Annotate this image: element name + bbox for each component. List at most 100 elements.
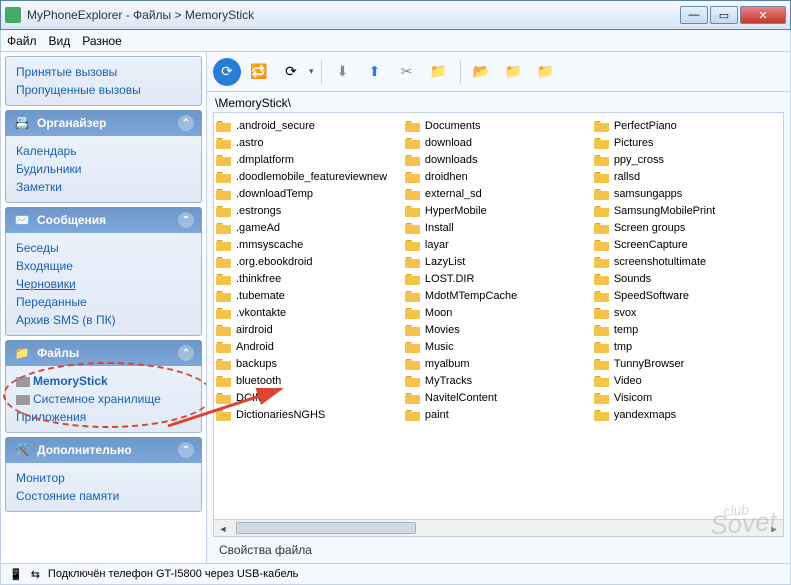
sidebar-item-archive[interactable]: Архив SMS (в ПК) — [16, 311, 191, 329]
folder-item[interactable]: layar — [405, 236, 590, 253]
folder-icon — [405, 153, 421, 167]
sidebar-item-missed-calls[interactable]: Пропущенные вызовы — [16, 81, 191, 99]
delete-button[interactable]: ✂ — [393, 58, 421, 86]
folder-item[interactable]: .vkontakte — [216, 304, 401, 321]
minimize-button[interactable]: — — [680, 6, 708, 24]
folder-item[interactable]: LazyList — [405, 253, 590, 270]
folder-icon — [594, 255, 610, 269]
folder-item[interactable]: screenshotultimate — [594, 253, 779, 270]
folder-item[interactable]: samsungapps — [594, 185, 779, 202]
folder-item[interactable]: DictionariesNGHS — [216, 406, 401, 423]
sidebar-item-monitor[interactable]: Монитор — [16, 469, 191, 487]
folder-item[interactable]: DCIM — [216, 389, 401, 406]
folder-item[interactable]: TunnyBrowser — [594, 355, 779, 372]
folder-item[interactable]: .gameAd — [216, 219, 401, 236]
folder-item[interactable]: MyTracks — [405, 372, 590, 389]
refresh-button[interactable]: ⟳ — [213, 58, 241, 86]
menu-file[interactable]: Файл — [7, 34, 37, 48]
panel-organizer-header[interactable]: 📇 Органайзер ⌃ — [5, 110, 202, 136]
panel-messages-header[interactable]: ✉️ Сообщения ⌃ — [5, 207, 202, 233]
file-list[interactable]: .android_secure.astro.dmplatform.doodlem… — [213, 112, 784, 537]
scroll-left-icon[interactable]: ◄ — [214, 520, 232, 537]
folder-item[interactable]: .thinkfree — [216, 270, 401, 287]
refresh2-button[interactable]: ⟳ — [277, 58, 305, 86]
folder-item[interactable]: NavitelContent — [405, 389, 590, 406]
panel-extra-header[interactable]: 🛠️ Дополнительно ⌃ — [5, 437, 202, 463]
download-button[interactable]: ⬇ — [329, 58, 357, 86]
folder-item[interactable]: svox — [594, 304, 779, 321]
folder-item[interactable]: .mmsyscache — [216, 236, 401, 253]
folder-label: Android — [236, 341, 274, 353]
folder-item[interactable]: rallsd — [594, 168, 779, 185]
folder-item[interactable]: paint — [405, 406, 590, 423]
folder-item[interactable]: MdotMTempCache — [405, 287, 590, 304]
dropdown-icon[interactable]: ▾ — [309, 66, 314, 77]
close-button[interactable]: ✕ — [740, 6, 786, 24]
folder-item[interactable]: Moon — [405, 304, 590, 321]
folder-item[interactable]: SpeedSoftware — [594, 287, 779, 304]
folder-item[interactable]: Movies — [405, 321, 590, 338]
folder-item[interactable]: Music — [405, 338, 590, 355]
scroll-right-icon[interactable]: ► — [765, 520, 783, 537]
folder-item[interactable]: .estrongs — [216, 202, 401, 219]
horizontal-scrollbar[interactable]: ◄ ► — [214, 519, 783, 536]
folder-item[interactable]: Screen groups — [594, 219, 779, 236]
folder-item[interactable]: .android_secure — [216, 117, 401, 134]
folder-item[interactable]: yandexmaps — [594, 406, 779, 423]
sidebar-item-inbox[interactable]: Входящие — [16, 257, 191, 275]
folder-item[interactable]: Visicom — [594, 389, 779, 406]
folder-item[interactable]: ppy_cross — [594, 151, 779, 168]
folder-item[interactable]: tmp — [594, 338, 779, 355]
sidebar-item-memory-state[interactable]: Состояние памяти — [16, 487, 191, 505]
folder-item[interactable]: .dmplatform — [216, 151, 401, 168]
folder-item[interactable]: backups — [216, 355, 401, 372]
sidebar-item-drafts[interactable]: Черновики — [16, 275, 191, 293]
folder-item[interactable]: myalbum — [405, 355, 590, 372]
sidebar-item-sent[interactable]: Переданные — [16, 293, 191, 311]
folder-label: external_sd — [425, 188, 482, 200]
folder-item[interactable]: airdroid — [216, 321, 401, 338]
folder-item[interactable]: Documents — [405, 117, 590, 134]
folder-item[interactable]: HyperMobile — [405, 202, 590, 219]
folder-item[interactable]: Android — [216, 338, 401, 355]
folder-item[interactable]: ScreenCapture — [594, 236, 779, 253]
sidebar-item-conversations[interactable]: Беседы — [16, 239, 191, 257]
folder-item[interactable]: .tubemate — [216, 287, 401, 304]
menu-misc[interactable]: Разное — [82, 34, 122, 48]
sidebar-item-alarms[interactable]: Будильники — [16, 160, 191, 178]
folder-item[interactable]: Video — [594, 372, 779, 389]
folder-item[interactable]: .astro — [216, 134, 401, 151]
folder-item[interactable]: .downloadTemp — [216, 185, 401, 202]
folder-item[interactable]: .org.ebookdroid — [216, 253, 401, 270]
folder-item[interactable]: download — [405, 134, 590, 151]
sidebar-item-apps[interactable]: Приложения — [16, 408, 191, 426]
sidebar-item-calendar[interactable]: Календарь — [16, 142, 191, 160]
folder-item[interactable]: temp — [594, 321, 779, 338]
folder-action-button[interactable]: 📁 — [500, 58, 528, 86]
scroll-thumb[interactable] — [236, 522, 416, 534]
maximize-button[interactable]: ▭ — [710, 6, 738, 24]
sidebar-item-received-calls[interactable]: Принятые вызовы — [16, 63, 191, 81]
upload-button[interactable]: ⬆ — [361, 58, 389, 86]
folder-item[interactable]: Sounds — [594, 270, 779, 287]
folder-item[interactable]: Install — [405, 219, 590, 236]
panel-files-header[interactable]: 📁 Файлы ⌃ — [5, 340, 202, 366]
folder-item[interactable]: bluetooth — [216, 372, 401, 389]
sidebar-item-memorystick[interactable]: MemoryStick — [16, 372, 191, 390]
folder-up-button[interactable]: 📂 — [468, 58, 496, 86]
folder-item[interactable]: LOST.DIR — [405, 270, 590, 287]
folder-action2-button[interactable]: 📁 — [532, 58, 560, 86]
sidebar-item-notes[interactable]: Заметки — [16, 178, 191, 196]
sidebar-item-systemstorage[interactable]: Системное хранилище — [16, 390, 191, 408]
newfolder-button[interactable]: 📁 — [425, 58, 453, 86]
folder-item[interactable]: SamsungMobilePrint — [594, 202, 779, 219]
sync-button[interactable]: 🔁 — [245, 58, 273, 86]
menu-view[interactable]: Вид — [49, 34, 71, 48]
folder-item[interactable]: .doodlemobile_featureviewnew — [216, 168, 401, 185]
folder-item[interactable]: external_sd — [405, 185, 590, 202]
folder-item[interactable]: droidhen — [405, 168, 590, 185]
status-text: Подключён телефон GT-I5800 через USB-каб… — [48, 568, 298, 580]
folder-item[interactable]: PerfectPiano — [594, 117, 779, 134]
folder-item[interactable]: Pictures — [594, 134, 779, 151]
folder-item[interactable]: downloads — [405, 151, 590, 168]
